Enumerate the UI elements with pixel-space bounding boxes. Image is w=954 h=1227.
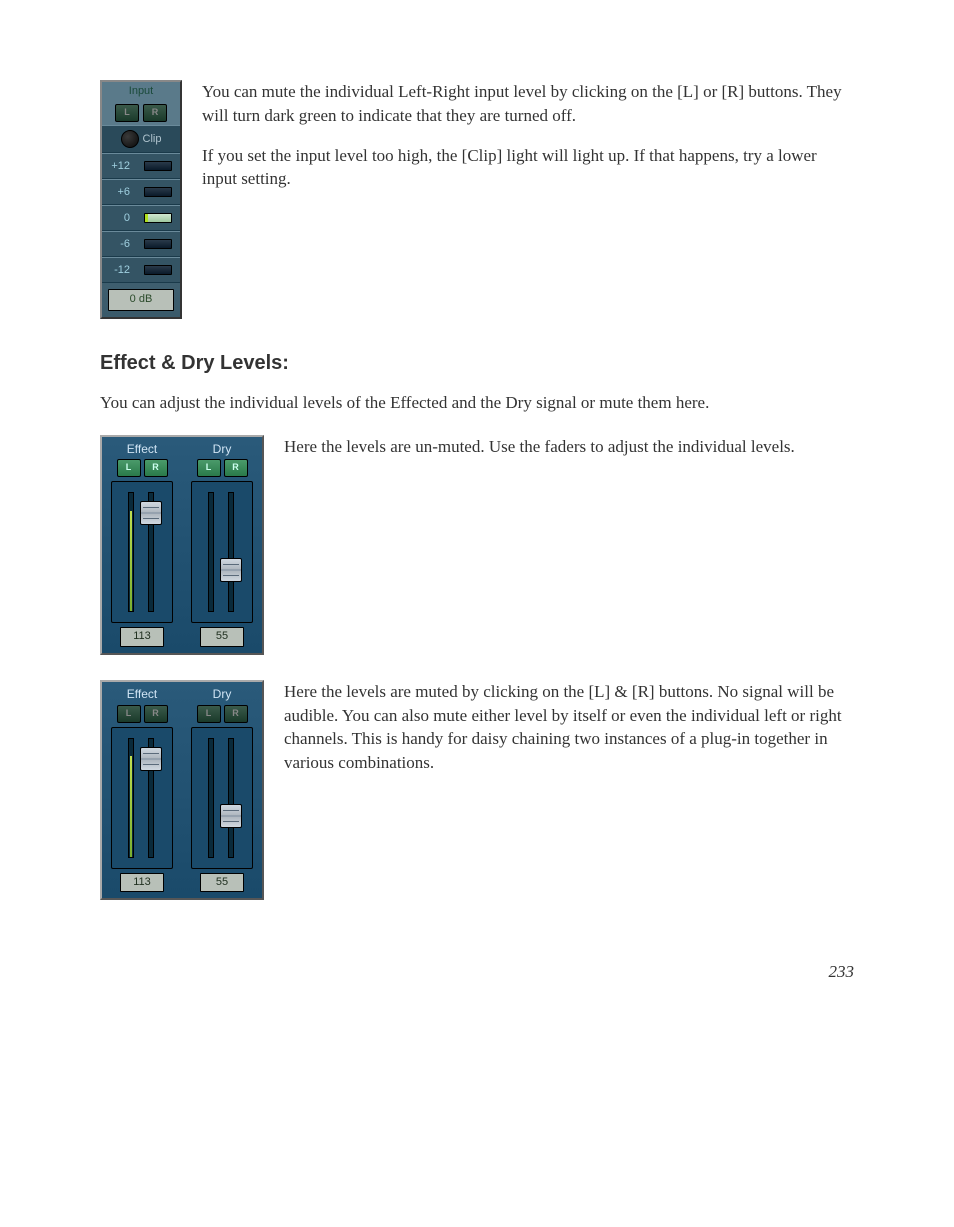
meter-fill	[130, 511, 132, 611]
fx-unmuted-text: Here the levels are un-muted. Use the fa…	[284, 435, 795, 475]
clip-led-icon	[121, 130, 139, 148]
dry-fader-handle[interactable]	[220, 558, 242, 582]
effect-r-button[interactable]: R	[144, 459, 168, 477]
page-number: 233	[100, 960, 854, 984]
scale-row-minus12: -12	[102, 257, 180, 283]
fader-track-icon	[228, 738, 234, 858]
fader-track-icon	[208, 492, 214, 612]
effect-value: 113	[120, 873, 164, 892]
scale-num: 0	[102, 211, 134, 226]
input-r-button[interactable]: R	[143, 104, 167, 122]
dry-label: Dry	[213, 437, 232, 460]
scale-row-0: 0	[102, 205, 180, 231]
paragraph: If you set the input level too high, the…	[202, 144, 854, 192]
fader-track-icon	[148, 738, 154, 858]
effect-label: Effect	[127, 682, 157, 705]
paragraph: You can adjust the individual levels of …	[100, 391, 854, 415]
scale-row-minus6: -6	[102, 231, 180, 257]
input-l-button[interactable]: L	[115, 104, 139, 122]
scale-num: +6	[102, 185, 134, 200]
fader-track-icon	[208, 738, 214, 858]
effect-fader-handle[interactable]	[140, 747, 162, 771]
input-lr-row: L R	[102, 101, 180, 125]
effect-fader-handle[interactable]	[140, 501, 162, 525]
fader-track-icon	[128, 738, 134, 858]
effect-label: Effect	[127, 437, 157, 460]
dry-column: Dry L R 55	[182, 682, 262, 892]
scale-num: +12	[102, 159, 134, 174]
effect-column: Effect L R 113	[102, 682, 182, 892]
effect-fader-area	[111, 727, 173, 869]
effect-r-button[interactable]: R	[144, 705, 168, 723]
db-readout: 0 dB	[108, 289, 174, 310]
effect-fader-area	[111, 481, 173, 623]
dry-label: Dry	[213, 682, 232, 705]
scale-num: -12	[102, 263, 134, 278]
section-fx-unmuted: Effect L R 113 Dry L	[100, 435, 854, 655]
meter-fill	[130, 756, 132, 856]
dry-value: 55	[200, 873, 244, 892]
effect-dry-panel-unmuted: Effect L R 113 Dry L	[100, 435, 264, 655]
dry-r-button[interactable]: R	[224, 459, 248, 477]
fader-track-icon	[148, 492, 154, 612]
input-title: Input	[102, 82, 180, 101]
effect-column: Effect L R 113	[102, 437, 182, 647]
section-fx-muted: Effect L R 113 Dry L	[100, 680, 854, 900]
scale-num: -6	[102, 237, 134, 252]
clip-label: Clip	[143, 132, 162, 147]
effect-l-button[interactable]: L	[117, 459, 141, 477]
dry-l-button[interactable]: L	[197, 459, 221, 477]
fx-muted-text: Here the levels are muted by clicking on…	[284, 680, 854, 791]
scale-row-plus6: +6	[102, 179, 180, 205]
dry-value: 55	[200, 627, 244, 646]
level-indicator-lit	[144, 213, 172, 223]
paragraph: Here the levels are muted by clicking on…	[284, 680, 854, 775]
level-indicator	[144, 265, 172, 275]
paragraph: You can mute the individual Left-Right i…	[202, 80, 854, 128]
paragraph: Here the levels are un-muted. Use the fa…	[284, 435, 795, 459]
fader-track-icon	[228, 492, 234, 612]
clip-row: Clip	[102, 125, 180, 153]
dry-fader-area	[191, 727, 253, 869]
section-input: Input L R Clip +12 +6 0 -6 -12 0 dB	[100, 80, 854, 319]
scale-row-plus12: +12	[102, 153, 180, 179]
level-indicator	[144, 187, 172, 197]
dry-l-button[interactable]: L	[197, 705, 221, 723]
effect-l-button[interactable]: L	[117, 705, 141, 723]
dry-r-button[interactable]: R	[224, 705, 248, 723]
effect-value: 113	[120, 627, 164, 646]
level-indicator	[144, 161, 172, 171]
dry-column: Dry L R 55	[182, 437, 262, 647]
input-text-block: You can mute the individual Left-Right i…	[202, 80, 854, 207]
fader-track-icon	[128, 492, 134, 612]
input-level-panel: Input L R Clip +12 +6 0 -6 -12 0 dB	[100, 80, 182, 319]
effect-dry-panel-muted: Effect L R 113 Dry L	[100, 680, 264, 900]
dry-fader-handle[interactable]	[220, 804, 242, 828]
level-indicator	[144, 239, 172, 249]
heading-effect-dry: Effect & Dry Levels:	[100, 349, 854, 377]
dry-fader-area	[191, 481, 253, 623]
